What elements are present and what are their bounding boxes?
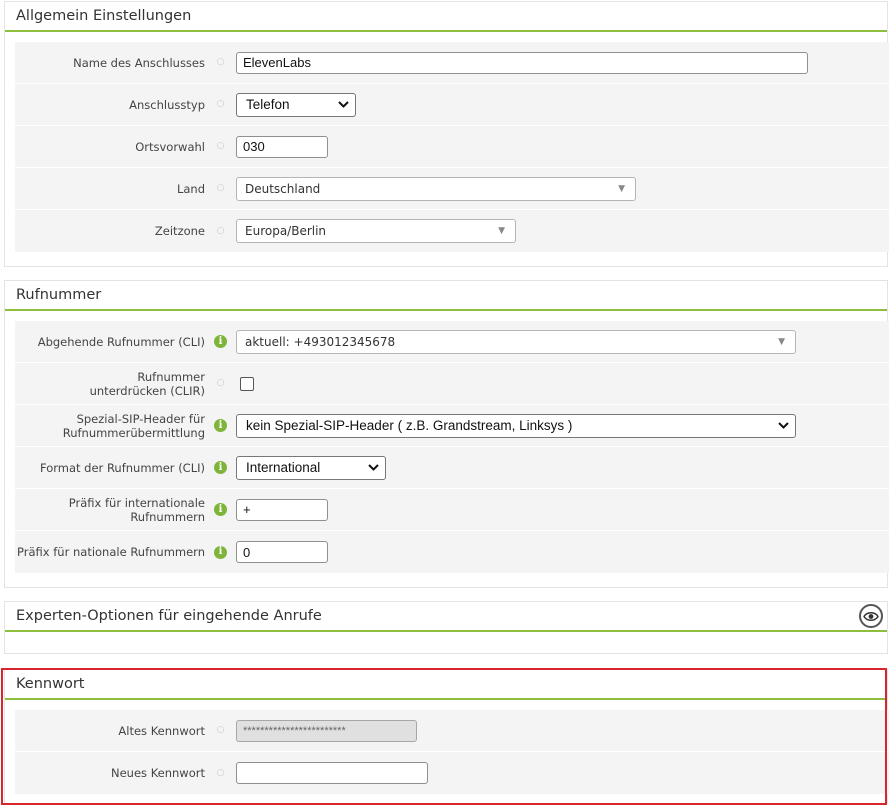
old-password-label: Altes Kennwort <box>118 723 205 738</box>
form-row-format: Format der Rufnummer (CLI) i Internation… <box>15 447 889 489</box>
hint-dot-icon: ○ <box>216 767 225 778</box>
sip-header-label: Spezial-SIP-Header für Rufnummerübermitt… <box>62 411 205 440</box>
form-row-timezone: Zeitzone ○ Europa/Berlin ▼ <box>15 210 889 252</box>
cli-select[interactable]: aktuell: +493012345678 ▼ <box>236 329 796 354</box>
info-icon[interactable]: i <box>214 503 227 516</box>
country-label: Land <box>176 181 205 196</box>
hint-dot-icon: ○ <box>216 99 225 109</box>
intl-prefix-label: Präfix für internationale Rufnummern <box>68 495 205 524</box>
info-icon[interactable]: i <box>214 461 227 474</box>
sip-header-value: kein Spezial-SIP-Header ( z.B. Grandstre… <box>246 418 573 433</box>
form-row-intl-prefix: Präfix für internationale Rufnummern i + <box>15 489 889 531</box>
info-icon[interactable]: i <box>214 335 227 348</box>
chevron-down-icon <box>338 99 349 111</box>
expert-options-panel: Experten-Optionen für eingehende Anrufe <box>4 601 888 654</box>
new-password-label: Neues Kennwort <box>111 766 205 780</box>
format-value: International <box>246 460 321 475</box>
hint-dot-icon: ○ <box>216 378 225 388</box>
sip-header-select[interactable]: kein Spezial-SIP-Header ( z.B. Grandstre… <box>236 413 796 438</box>
clir-label: Rufnummer unterdrücken (CLIR) <box>89 369 205 398</box>
general-settings-panel: Allgemein Einstellungen Name des Anschlu… <box>4 1 889 267</box>
info-icon[interactable]: i <box>214 419 227 432</box>
format-select[interactable]: International <box>236 455 386 480</box>
cli-value: aktuell: +493012345678 <box>245 334 396 349</box>
intl-prefix-input[interactable]: + <box>236 498 328 521</box>
general-settings-body: Name des Anschlusses ○ ElevenLabs Anschl… <box>15 42 889 252</box>
timezone-select[interactable]: Europa/Berlin ▼ <box>236 219 516 243</box>
connection-type-value: Telefon <box>246 97 290 112</box>
form-row-sip-header: Spezial-SIP-Header für Rufnummerübermitt… <box>15 405 889 447</box>
general-settings-header: Allgemein Einstellungen <box>5 2 887 32</box>
form-row-area-code: Ortsvorwahl ○ 030 <box>15 126 889 168</box>
connection-name-label: Name des Anschlusses <box>73 55 205 70</box>
form-row-clir: Rufnummer unterdrücken (CLIR) ○ <box>15 363 889 405</box>
form-row-cli: Abgehende Rufnummer (CLI) i aktuell: +49… <box>15 321 889 363</box>
connection-name-input[interactable]: ElevenLabs <box>236 51 808 74</box>
number-panel: Rufnummer Abgehende Rufnummer (CLI) i ak… <box>4 280 889 588</box>
chevron-down-icon: ▼ <box>618 183 625 194</box>
new-password-input[interactable] <box>236 762 428 784</box>
form-row-natl-prefix: Präfix für nationale Rufnummern i 0 <box>15 531 889 573</box>
country-value: Deutschland <box>245 181 321 196</box>
area-code-input[interactable]: 030 <box>236 135 328 158</box>
form-row-connection-name: Name des Anschlusses ○ ElevenLabs <box>15 42 889 84</box>
form-row-country: Land ○ Deutschland ▼ <box>15 168 889 210</box>
number-header: Rufnummer <box>5 281 887 311</box>
general-settings-title: Allgemein Einstellungen <box>16 8 192 24</box>
format-label: Format der Rufnummer (CLI) <box>40 460 205 475</box>
timezone-value: Europa/Berlin <box>245 224 327 238</box>
timezone-label: Zeitzone <box>154 224 205 238</box>
chevron-down-icon <box>368 462 379 474</box>
hint-dot-icon: ○ <box>216 725 225 735</box>
password-body: Altes Kennwort ○ ***********************… <box>15 710 889 794</box>
password-header: Kennwort <box>5 670 887 700</box>
password-title: Kennwort <box>16 676 85 692</box>
chevron-down-icon: ▼ <box>778 336 785 347</box>
form-row-old-password: Altes Kennwort ○ ***********************… <box>15 710 889 752</box>
cli-label: Abgehende Rufnummer (CLI) <box>37 334 205 349</box>
hint-dot-icon: ○ <box>216 225 225 236</box>
hint-dot-icon: ○ <box>216 183 225 193</box>
hint-dot-icon: ○ <box>216 141 225 151</box>
chevron-down-icon: ▼ <box>498 226 505 236</box>
hint-dot-icon: ○ <box>216 57 225 67</box>
password-panel: Kennwort Altes Kennwort ○ **************… <box>4 669 889 804</box>
connection-type-label: Anschlusstyp <box>129 97 205 112</box>
expert-options-header[interactable]: Experten-Optionen für eingehende Anrufe <box>5 602 887 632</box>
country-select[interactable]: Deutschland ▼ <box>236 176 636 201</box>
area-code-label: Ortsvorwahl <box>135 139 205 154</box>
natl-prefix-input[interactable]: 0 <box>236 541 328 563</box>
eye-icon[interactable] <box>859 604 883 628</box>
old-password-input: ************************ <box>236 719 417 742</box>
chevron-down-icon <box>778 420 789 432</box>
connection-type-select[interactable]: Telefon <box>236 92 356 117</box>
number-body: Abgehende Rufnummer (CLI) i aktuell: +49… <box>15 321 889 573</box>
natl-prefix-label: Präfix für nationale Rufnummern <box>17 545 205 559</box>
clir-checkbox[interactable] <box>240 376 254 391</box>
info-icon[interactable]: i <box>214 545 227 559</box>
form-row-connection-type: Anschlusstyp ○ Telefon <box>15 84 889 126</box>
form-row-new-password: Neues Kennwort ○ <box>15 752 889 794</box>
number-title: Rufnummer <box>16 287 102 303</box>
expert-options-title: Experten-Optionen für eingehende Anrufe <box>16 608 322 624</box>
